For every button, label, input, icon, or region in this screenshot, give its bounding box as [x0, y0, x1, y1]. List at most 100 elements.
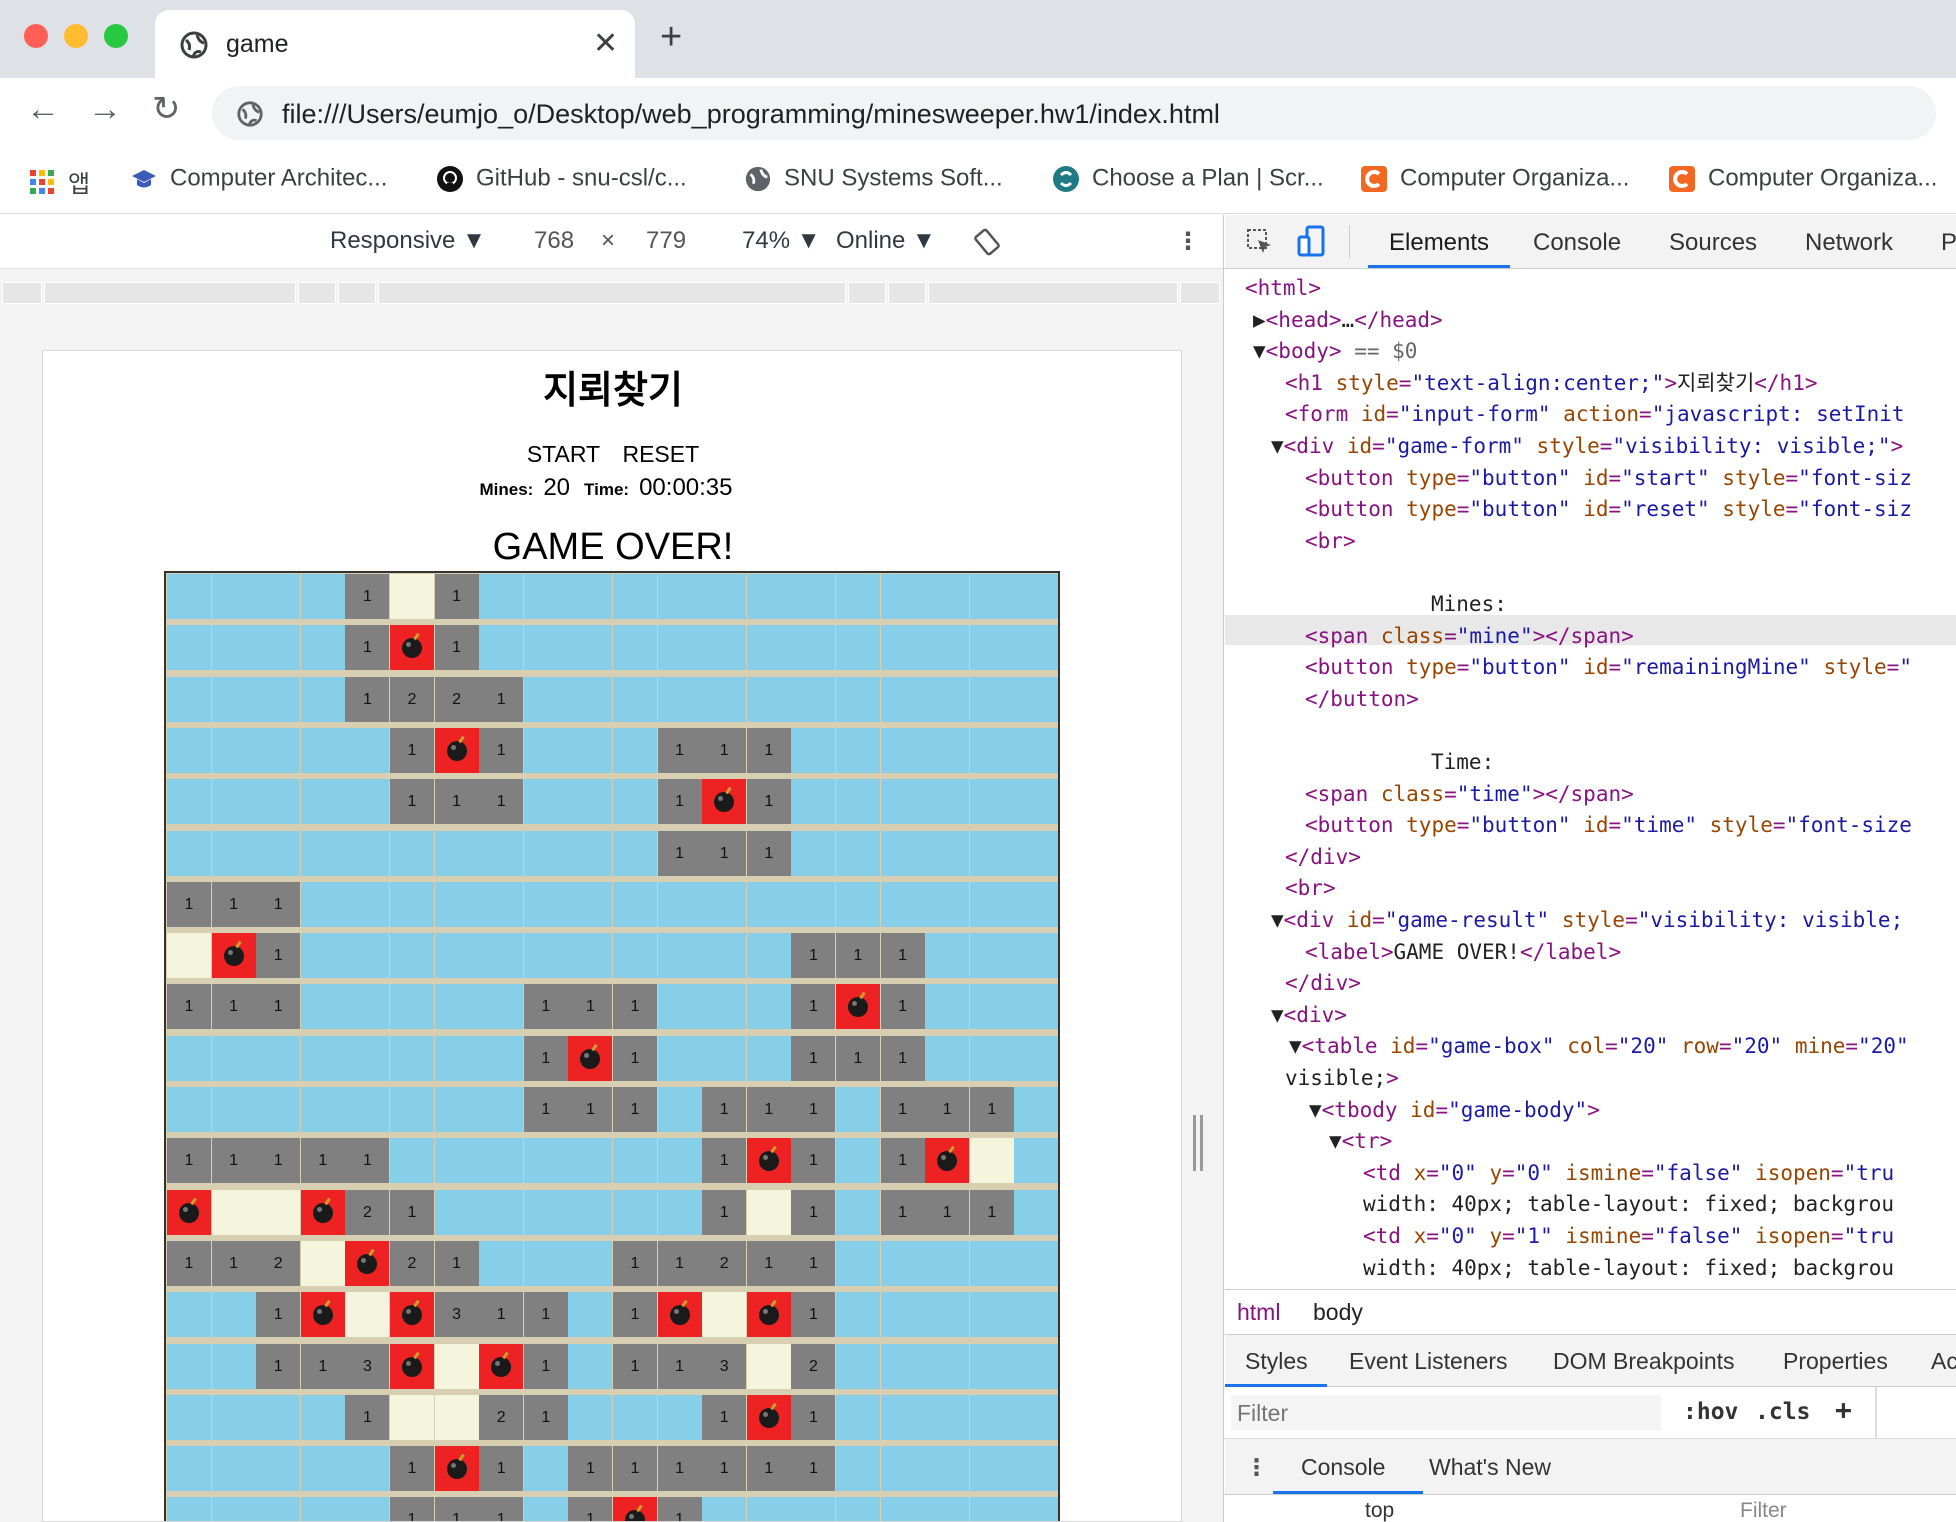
ruler-segment[interactable] [928, 282, 1178, 304]
cell-mine[interactable] [390, 625, 434, 671]
cell-empty[interactable] [746, 1343, 791, 1389]
cell-number[interactable]: 1 [568, 1497, 613, 1521]
cell-closed[interactable] [568, 779, 613, 825]
console-filter-input[interactable]: Filter [1740, 1499, 1787, 1522]
cell-mine[interactable] [390, 1343, 434, 1389]
cell-closed[interactable] [434, 881, 479, 927]
cell-closed[interactable] [300, 574, 345, 619]
cell-closed[interactable] [523, 727, 568, 773]
cell-closed[interactable] [1014, 881, 1059, 927]
cell-closed[interactable] [568, 625, 613, 671]
dom-node-line[interactable]: <button type="button" id="remainingMine"… [1305, 652, 1912, 682]
address-bar[interactable]: file:///Users/eumjo_o/Desktop/web_progra… [212, 86, 1936, 140]
cell-closed[interactable] [300, 1087, 345, 1132]
cell-closed[interactable] [523, 1446, 568, 1492]
class-toggle[interactable]: .cls [1755, 1399, 1810, 1425]
cell-number[interactable]: 1 [523, 1394, 568, 1440]
ruler-segment[interactable] [44, 282, 296, 304]
cell-closed[interactable] [345, 727, 390, 773]
cell-number[interactable]: 1 [390, 779, 434, 825]
cell-closed[interactable] [345, 933, 390, 979]
cell-number[interactable]: 1 [211, 1240, 256, 1286]
cell-number[interactable]: 1 [568, 1446, 613, 1492]
cell-number[interactable]: 3 [434, 1292, 479, 1338]
cell-number[interactable]: 1 [791, 1087, 836, 1132]
cell-closed[interactable] [1014, 1035, 1059, 1081]
cell-number[interactable]: 1 [568, 1087, 613, 1132]
cell-closed[interactable] [390, 881, 434, 927]
inspect-element-icon[interactable] [1245, 227, 1275, 257]
cell-closed[interactable] [300, 625, 345, 671]
cell-closed[interactable] [613, 1394, 657, 1440]
cell-number[interactable]: 1 [791, 933, 836, 979]
cell-closed[interactable] [613, 881, 657, 927]
dom-node-line[interactable]: <td x="0" y="0" ismine="false" isopen="t… [1363, 1158, 1894, 1188]
dom-node-line[interactable]: <button type="button" id="start" style="… [1305, 463, 1912, 493]
cell-closed[interactable] [479, 830, 524, 876]
cell-closed[interactable] [167, 830, 211, 876]
cell-closed[interactable] [300, 933, 345, 979]
cell-number[interactable]: 1 [256, 984, 301, 1030]
cell-closed[interactable] [969, 1343, 1014, 1389]
cell-number[interactable]: 1 [390, 1497, 434, 1521]
cell-closed[interactable] [256, 1446, 301, 1492]
cell-number[interactable]: 1 [791, 1292, 836, 1338]
cell-number[interactable]: 1 [479, 779, 524, 825]
cell-closed[interactable] [836, 727, 880, 773]
cell-number[interactable]: 1 [167, 1138, 211, 1184]
cell-number[interactable]: 1 [434, 574, 479, 619]
cell-closed[interactable] [613, 1138, 657, 1184]
viewport-height-input[interactable]: 779 [646, 227, 686, 255]
cell-empty[interactable] [345, 1292, 390, 1338]
cell-closed[interactable] [657, 933, 702, 979]
cell-closed[interactable] [479, 1035, 524, 1081]
cell-closed[interactable] [969, 574, 1014, 619]
cell-closed[interactable] [613, 779, 657, 825]
cell-number[interactable]: 1 [479, 727, 524, 773]
cell-closed[interactable] [746, 574, 791, 619]
cell-number[interactable]: 1 [211, 984, 256, 1030]
cell-number[interactable]: 1 [746, 1087, 791, 1132]
cell-closed[interactable] [568, 1240, 613, 1286]
cell-closed[interactable] [791, 574, 836, 619]
cell-closed[interactable] [746, 676, 791, 722]
cell-number[interactable]: 1 [746, 1240, 791, 1286]
cell-number[interactable]: 2 [390, 676, 434, 722]
cell-mine[interactable] [746, 1394, 791, 1440]
cell-mine[interactable] [434, 727, 479, 773]
cell-closed[interactable] [523, 1189, 568, 1235]
styles-filter-input[interactable] [1231, 1395, 1661, 1431]
cell-number[interactable]: 1 [880, 933, 925, 979]
cell-closed[interactable] [925, 1446, 970, 1492]
tab-sources[interactable]: Sources [1669, 229, 1757, 257]
cell-empty[interactable] [300, 1240, 345, 1286]
cell-number[interactable]: 2 [345, 1189, 390, 1235]
cell-closed[interactable] [702, 676, 747, 722]
cell-closed[interactable] [925, 830, 970, 876]
cell-closed[interactable] [479, 881, 524, 927]
dom-node-line[interactable]: <label>GAME OVER!</label> [1305, 937, 1621, 967]
cell-closed[interactable] [969, 676, 1014, 722]
dom-node-line[interactable]: width: 40px; table-layout: fixed; backgr… [1363, 1253, 1894, 1283]
cell-closed[interactable] [211, 1497, 256, 1521]
cell-closed[interactable] [613, 727, 657, 773]
cell-closed[interactable] [925, 1035, 970, 1081]
dom-node-line[interactable]: <span class="time"></span> [1305, 779, 1634, 809]
cell-closed[interactable] [1014, 1292, 1059, 1338]
cell-closed[interactable] [925, 1394, 970, 1440]
cell-number[interactable]: 1 [880, 1035, 925, 1081]
ruler-segment[interactable] [2, 282, 42, 304]
device-toggle-icon[interactable] [1297, 225, 1327, 259]
cell-closed[interactable] [568, 1138, 613, 1184]
bookmark-computer-architecture[interactable]: Computer Architec... [130, 164, 387, 193]
cell-closed[interactable] [390, 1138, 434, 1184]
cell-number[interactable]: 1 [479, 1292, 524, 1338]
cell-closed[interactable] [167, 1394, 211, 1440]
cell-closed[interactable] [568, 933, 613, 979]
cell-closed[interactable] [925, 727, 970, 773]
cell-closed[interactable] [836, 1240, 880, 1286]
cell-closed[interactable] [434, 984, 479, 1030]
cell-closed[interactable] [969, 625, 1014, 671]
cell-closed[interactable] [1014, 676, 1059, 722]
cell-closed[interactable] [613, 625, 657, 671]
